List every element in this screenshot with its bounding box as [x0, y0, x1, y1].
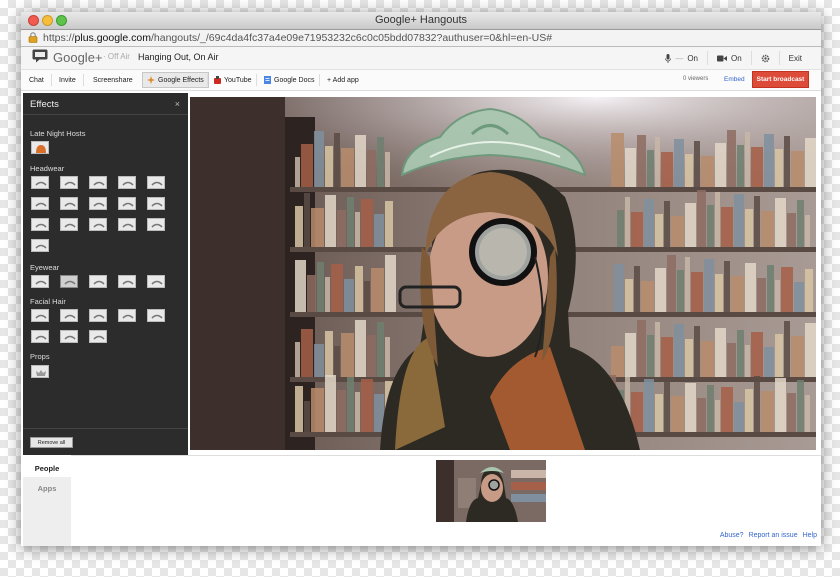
effects-title: Effects [30, 99, 59, 110]
exit-button[interactable]: Exit [778, 51, 811, 65]
effect-tile[interactable] [147, 176, 165, 189]
effect-tile[interactable] [31, 239, 49, 252]
effect-tile[interactable] [147, 197, 165, 210]
on-air-status: · Off Air [103, 52, 130, 61]
mic-toggle[interactable]: — On [656, 51, 707, 65]
chat-button[interactable]: Chat [29, 73, 44, 87]
effect-tile[interactable] [31, 309, 49, 322]
lock-icon [28, 32, 38, 43]
tab-apps[interactable]: Apps [23, 481, 71, 495]
effect-tile[interactable] [31, 330, 49, 343]
category-props: Props [30, 352, 50, 361]
google-plus-brand: Google+ [53, 50, 103, 65]
effect-tile[interactable] [118, 275, 136, 288]
effect-tile[interactable] [31, 141, 49, 154]
abuse-link[interactable]: Abuse? [720, 532, 744, 539]
camera-icon [716, 55, 727, 61]
effect-tile[interactable] [89, 218, 107, 231]
hangout-name[interactable]: Hanging Out, On Air [138, 52, 219, 62]
category-headwear: Headwear [30, 164, 65, 173]
settings-button[interactable] [750, 51, 779, 65]
effect-tile[interactable] [118, 197, 136, 210]
footer-links: Abuse? Report an issue Help [720, 532, 817, 539]
effect-tile[interactable] [89, 197, 107, 210]
title-bar: Google+ Hangouts [21, 12, 821, 30]
effect-tile[interactable] [60, 197, 78, 210]
screenshare-button[interactable]: Screenshare [93, 73, 133, 87]
start-broadcast-button[interactable]: Start broadcast [752, 71, 809, 88]
youtube-button[interactable]: YouTube [214, 73, 252, 87]
help-link[interactable]: Help [803, 532, 817, 539]
effect-tile[interactable] [31, 275, 49, 288]
close-effects-icon[interactable]: × [175, 99, 180, 109]
report-issue-link[interactable]: Report an issue [749, 532, 798, 539]
url-text[interactable]: https://plus.google.com/hangouts/_/69c4d… [43, 32, 552, 44]
hangouts-logo-icon [32, 49, 48, 63]
category-eyewear: Eyewear [30, 263, 60, 272]
app-toolbar: Chat Invite Screenshare Google Effects Y… [21, 70, 821, 91]
google-effects-button[interactable]: Google Effects [142, 72, 209, 88]
microphone-icon [665, 53, 672, 63]
effect-tile[interactable] [118, 309, 136, 322]
effect-tile[interactable] [60, 275, 78, 288]
category-late-night-hosts: Late Night Hosts [30, 129, 86, 138]
add-app-button[interactable]: + Add app [327, 73, 359, 87]
effect-tile[interactable] [31, 176, 49, 189]
docs-icon [264, 76, 271, 84]
effect-tile[interactable] [147, 275, 165, 288]
google-docs-button[interactable]: Google Docs [264, 73, 314, 87]
invite-button[interactable]: Invite [59, 73, 76, 87]
effect-tile[interactable] [60, 176, 78, 189]
gear-icon [761, 54, 769, 62]
effect-tile[interactable] [89, 275, 107, 288]
effect-tile[interactable] [118, 176, 136, 189]
camera-toggle[interactable]: On [706, 51, 751, 65]
viewer-count: 0 viewers [683, 76, 709, 82]
effect-tile[interactable] [31, 197, 49, 210]
effect-tile[interactable] [31, 218, 49, 231]
window-title: Google+ Hangouts [374, 14, 468, 26]
effect-tile[interactable] [118, 218, 136, 231]
effect-tile[interactable] [147, 218, 165, 231]
youtube-icon [214, 76, 221, 84]
browser-window: Google+ Hangouts https://plus.google.com… [21, 12, 821, 546]
effect-tile[interactable] [89, 309, 107, 322]
effect-tile[interactable] [89, 330, 107, 343]
effect-tile[interactable] [60, 218, 78, 231]
effect-tile[interactable] [147, 309, 165, 322]
people-sidebar: People Apps [23, 459, 71, 546]
category-facial-hair: Facial Hair [30, 297, 66, 306]
effects-icon [147, 76, 155, 84]
effect-tile[interactable] [60, 330, 78, 343]
effect-tile[interactable] [60, 309, 78, 322]
effect-tile[interactable] [31, 365, 49, 378]
embed-link[interactable]: Embed [724, 76, 745, 83]
address-bar[interactable]: https://plus.google.com/hangouts/_/69c4d… [21, 30, 821, 47]
remove-all-button[interactable]: Remove all [30, 437, 73, 448]
tab-people[interactable]: People [23, 459, 71, 477]
main-video-feed [190, 97, 816, 450]
participant-thumbnail[interactable] [436, 460, 546, 522]
effect-tile[interactable] [89, 176, 107, 189]
effects-panel: Effects × Late Night Hosts Headwear Eyew… [23, 93, 188, 455]
hangout-header: Google+ · Off Air Hanging Out, On Air — O… [21, 47, 821, 70]
